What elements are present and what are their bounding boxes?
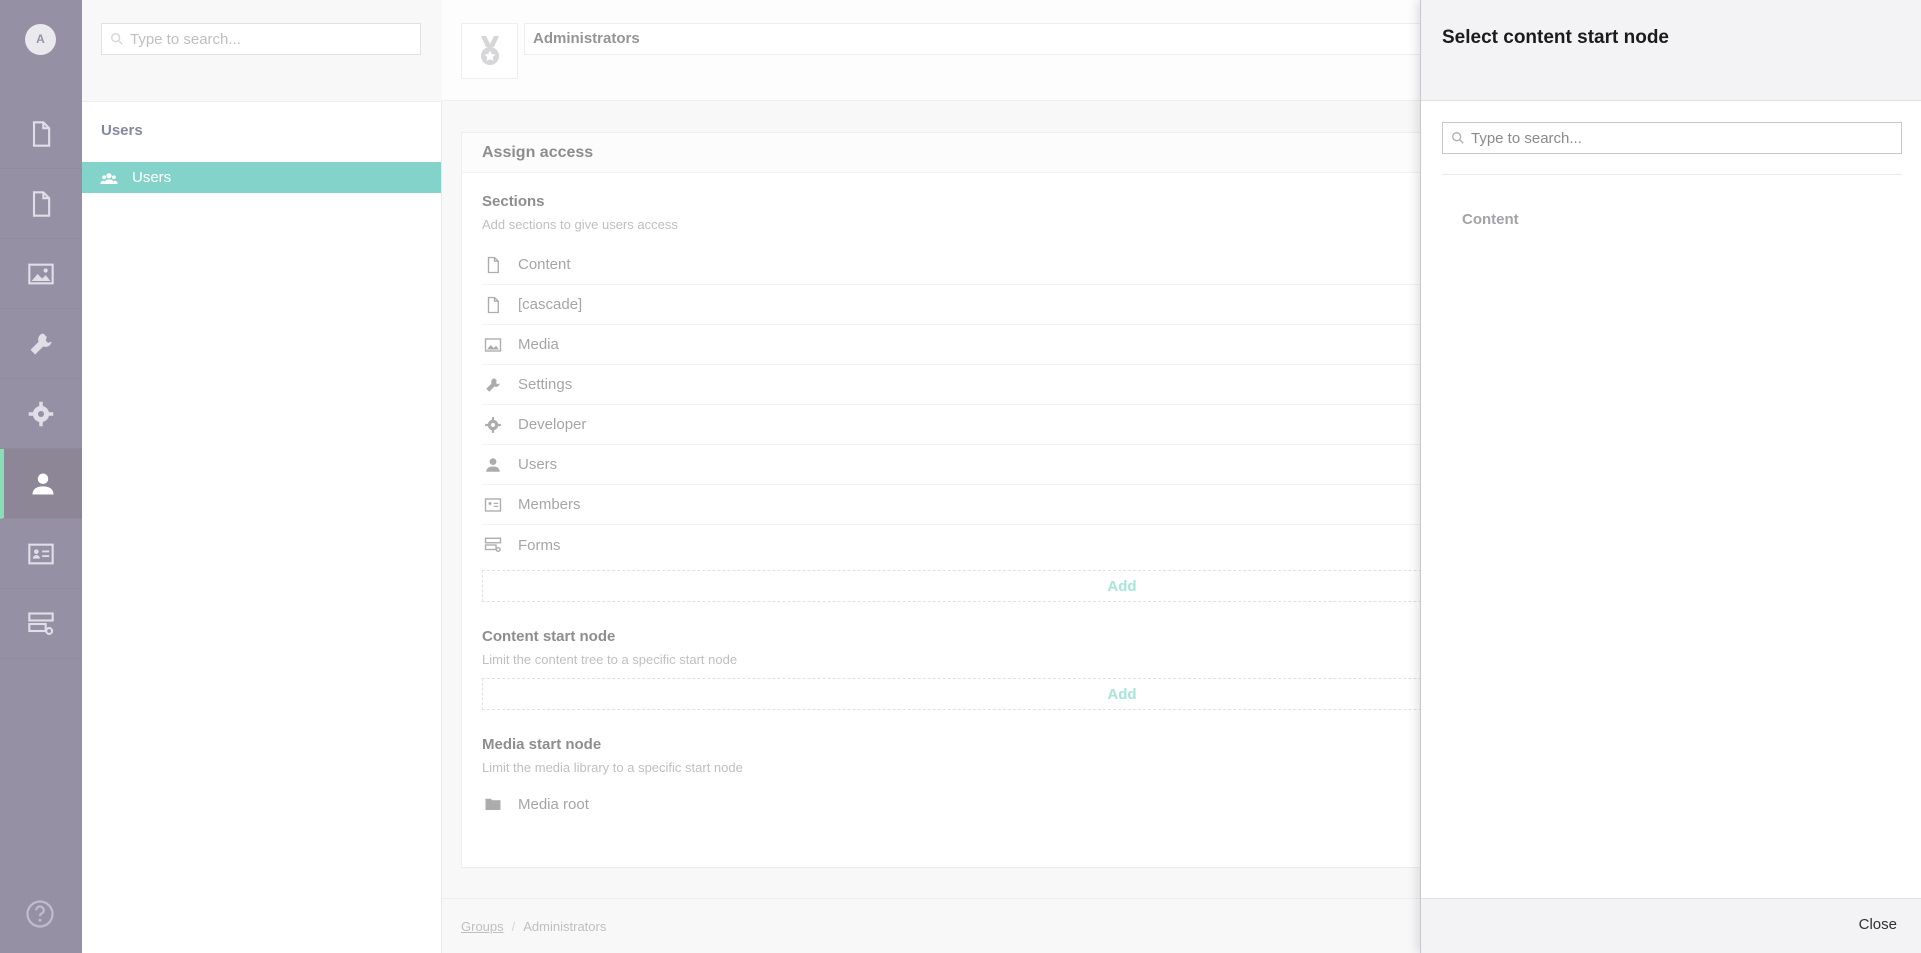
image-icon <box>484 337 502 352</box>
group-icon-picker[interactable] <box>461 23 518 79</box>
user-avatar[interactable]: A <box>25 24 56 55</box>
gear-icon <box>28 401 54 426</box>
user-icon <box>32 473 54 494</box>
sections-label: Sections <box>482 193 545 210</box>
app-section-content[interactable] <box>0 99 82 169</box>
app-section-media[interactable] <box>0 239 82 309</box>
dialog-search[interactable] <box>1442 122 1902 154</box>
app-section-users[interactable] <box>0 449 82 519</box>
app-section-forms[interactable] <box>0 589 82 659</box>
wrench-icon <box>486 377 500 392</box>
media-start-label: Media start node <box>482 736 602 753</box>
app-section-developer[interactable] <box>0 379 82 449</box>
content-start-description: Limit the content tree to a specific sta… <box>482 652 738 667</box>
users-group-icon <box>100 172 118 184</box>
breadcrumb-groups-link[interactable]: Groups <box>461 919 504 934</box>
tree-title: Users <box>101 122 143 139</box>
gear-icon <box>485 416 501 433</box>
tree-panel: Users Users <box>82 0 442 953</box>
dialog-search-input[interactable] <box>1471 129 1884 147</box>
app-sidebar: A <box>0 0 82 953</box>
breadcrumb-current: Administrators <box>523 918 607 934</box>
tree-search-input[interactable] <box>130 30 417 48</box>
tree-search[interactable] <box>101 23 421 55</box>
tree-item-content[interactable]: Content <box>1462 211 1519 228</box>
id-card-icon <box>28 543 54 564</box>
media-start-description: Limit the media library to a specific st… <box>482 760 743 775</box>
dialog-divider <box>1442 174 1902 175</box>
search-icon <box>111 33 123 45</box>
document-icon <box>32 190 51 217</box>
content-start-label: Content start node <box>482 628 616 645</box>
document-icon <box>487 296 499 313</box>
forms-icon <box>484 537 502 553</box>
image-icon <box>28 263 54 284</box>
question-icon[interactable] <box>25 899 55 929</box>
dialog-title: Select content start node <box>1442 27 1669 48</box>
wrench-icon <box>30 333 52 354</box>
id-card-icon <box>484 497 502 512</box>
close-button[interactable]: Close <box>1859 916 1897 933</box>
breadcrumb-separator: / <box>511 918 516 934</box>
document-icon <box>487 256 499 273</box>
tree-header <box>82 0 442 102</box>
sections-description: Add sections to give users access <box>482 217 678 232</box>
tree-node-users[interactable]: Users <box>82 162 441 193</box>
folder-icon <box>485 798 501 810</box>
dialog-footer: Close <box>1421 898 1921 953</box>
tree-node-label: Users <box>132 169 172 186</box>
forms-icon <box>28 611 54 635</box>
search-icon <box>1452 132 1464 144</box>
app-section-cascade[interactable] <box>0 169 82 239</box>
dialog-header: Select content start node <box>1421 0 1921 101</box>
medal-icon <box>480 36 499 65</box>
user-icon <box>486 457 500 472</box>
document-icon <box>32 120 51 147</box>
app-section-settings[interactable] <box>0 309 82 379</box>
app-section-members[interactable] <box>0 519 82 589</box>
start-node-dialog: Select content start node Content Close <box>1420 0 1921 953</box>
